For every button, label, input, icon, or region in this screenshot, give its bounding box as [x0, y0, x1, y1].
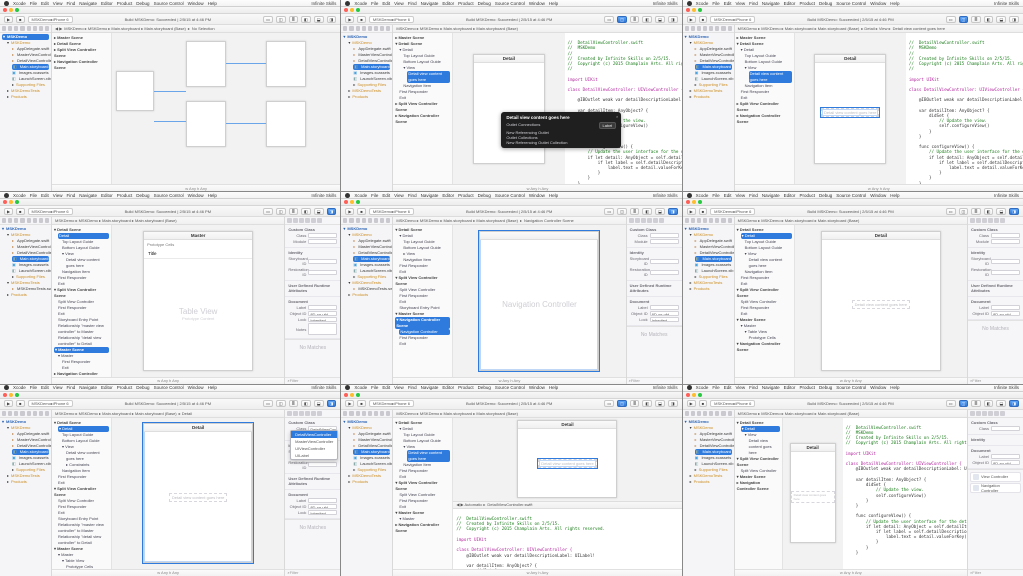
panel-bottom-icon[interactable]: ⬓: [314, 16, 324, 23]
close-icon[interactable]: ×: [616, 114, 618, 119]
run-button[interactable]: ▶: [345, 16, 354, 23]
run-button[interactable]: ▶: [4, 16, 13, 23]
library-filter[interactable]: ⌕ Filter: [285, 377, 340, 384]
menubar[interactable]: Xcode FileEditViewFindNavigateEditorProd…: [0, 0, 340, 7]
connections-popover[interactable]: × Detail view content goes here Outlet C…: [501, 112, 621, 148]
panel-left-icon[interactable]: ◧: [301, 16, 311, 23]
class-dropdown[interactable]: DetailViewController MasterViewControlle…: [290, 430, 338, 460]
cell-1-1: Xcode FileEditViewFindNavigateEditorProd…: [0, 0, 340, 191]
cell-3-2: XcodeFileEditViewFindNavigateEditorProdu…: [341, 385, 681, 576]
editor-version-icon[interactable]: ≣: [289, 16, 298, 23]
outline-detail-label[interactable]: Detail view content goes here: [407, 71, 450, 83]
library-item[interactable]: Navigation Controller: [970, 483, 1021, 493]
cell-2-3: XcodeFileEditViewFindNavigateEditorProdu…: [683, 192, 1023, 383]
document-outline[interactable]: ▸ Master Scene ▸ Detail Scene ▸ Split Vi…: [52, 33, 112, 184]
panel-right-icon[interactable]: ◨: [327, 16, 337, 23]
window-controls: [0, 7, 340, 14]
cell-2-2: XcodeFileEditViewFindNavigateEditorProdu…: [341, 192, 681, 383]
assistant-editor-button[interactable]: ◫: [617, 16, 627, 23]
activity-status: Build MSKDemo: Succeeded | 2/5/15 at 4:4…: [76, 17, 260, 22]
scheme-selector[interactable]: MSKDemo ▸ iPhone 6: [369, 16, 414, 23]
assistant-code-editor[interactable]: // DetailViewController.swift // MSKDemo…: [565, 33, 682, 184]
editor-assistant-icon[interactable]: ◫: [276, 16, 286, 23]
apple-menu-icon[interactable]: [345, 1, 350, 6]
minimize-icon[interactable]: [9, 8, 13, 12]
jump-bar[interactable]: ◀ ▶ MSKDemo ▸ MSKDemo ▸ Main.storyboard …: [52, 25, 340, 33]
project-navigator[interactable]: ▾ MSKDemo ▾ MSKDemo AppDelegate.swift Ma…: [0, 25, 52, 191]
close-icon[interactable]: [3, 8, 7, 12]
project-navigator[interactable]: ▾ MSKDemo ▾ MSKDemo AppDelegate.swift Ma…: [341, 25, 393, 191]
document-outline[interactable]: ▸ Master Scene ▾ Detail Scene ▾ Detail T…: [393, 33, 453, 184]
cell-3-3: XcodeFileEditViewFindNavigateEditorProdu…: [683, 385, 1023, 576]
ib-canvas[interactable]: [112, 33, 340, 184]
scheme-selector[interactable]: MSKDemo ▸ iPhone 6: [28, 16, 73, 23]
canvas-bottom-bar[interactable]: w Any h Any: [52, 184, 340, 191]
cell-2-1: XcodeFileEditViewFindNavigateEditorProdu…: [0, 192, 340, 383]
editor-standard-icon[interactable]: ▭: [263, 16, 273, 23]
library-item[interactable]: View Controller: [970, 472, 1021, 482]
zoom-icon[interactable]: [15, 8, 19, 12]
apple-menu-icon[interactable]: [4, 1, 9, 6]
stop-button[interactable]: ■: [357, 16, 365, 23]
cell-3-1: XcodeFileEditViewFindNavigateEditorProdu…: [0, 385, 340, 576]
cell-1-3: XcodeFileEditViewFindNavigateEditorProdu…: [683, 0, 1023, 191]
utilities-panel[interactable]: Custom Class Class Module Identity Story…: [284, 217, 340, 383]
cell-1-2: Xcode FileEditViewFindNavigateEditorProd…: [341, 0, 681, 191]
xcode-grid: Xcode FileEditViewFindNavigateEditorProd…: [0, 0, 1023, 576]
toolbar: ▶ ■ MSKDemo ▸ iPhone 6 Build MSKDemo: Su…: [0, 14, 340, 25]
menubar[interactable]: Xcode FileEditViewFindNavigateEditorProd…: [341, 0, 681, 7]
stop-button[interactable]: ■: [16, 16, 24, 23]
ib-canvas[interactable]: Detail: [453, 33, 564, 184]
detail-label[interactable]: Detail view content goes here: [821, 108, 879, 117]
